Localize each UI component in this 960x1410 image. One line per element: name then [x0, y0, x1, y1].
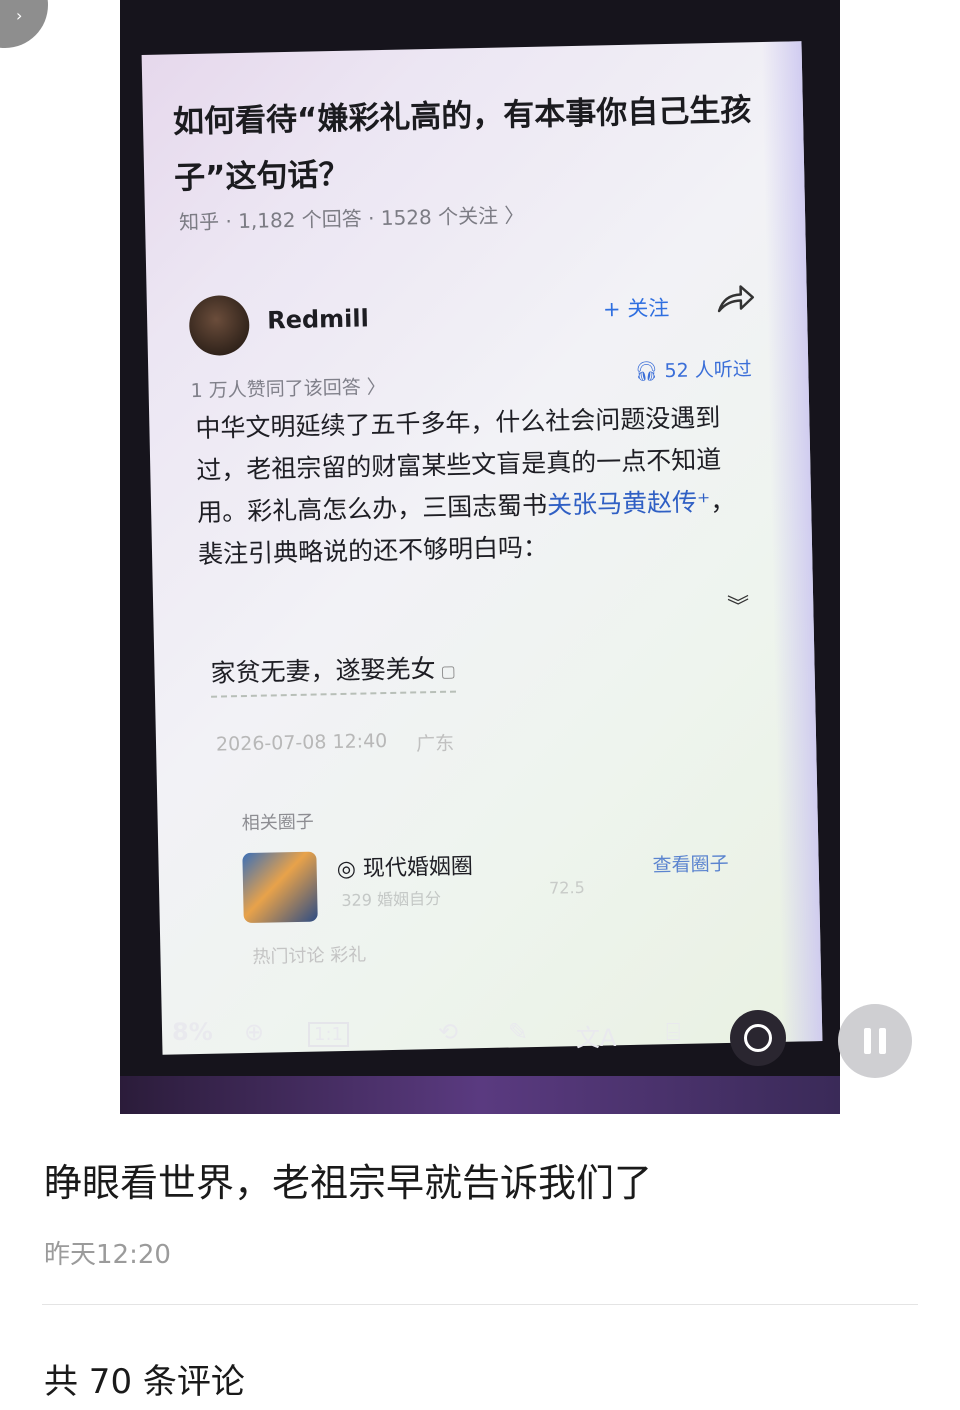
zoom-in-icon: ⊕ [244, 1018, 265, 1046]
edit-icon: ✎ [508, 1018, 529, 1046]
photographed-screen: 如何看待“嫌彩礼高的，有本事你自己生孩子”这句话？ 知乎 · 1,182 个回答… [141, 41, 823, 1055]
pause-button[interactable] [838, 1004, 912, 1078]
view-circle-link: 查看圈子 [652, 852, 729, 877]
related-circle-label: 相关圈子 [241, 811, 314, 835]
back-button[interactable]: › [0, 0, 48, 48]
circle-count: 72.5 [548, 877, 585, 898]
author-avatar [188, 294, 250, 357]
post-caption: 睁眼看世界，老祖宗早就告诉我们了 [44, 1161, 653, 1205]
headphones-icon: 🎧︎ [634, 360, 665, 383]
author-name: Redmill [266, 304, 370, 335]
translate-icon: 文A [576, 1024, 617, 1052]
circle-name: ◎ 现代婚姻圈 [336, 854, 474, 883]
rotate-icon: ⟲ [438, 1018, 459, 1046]
reference-link: 关张马黄赵传⁺ [546, 487, 711, 520]
question-title: 如何看待“嫌彩礼高的，有本事你自己生孩子”这句话？ [172, 92, 752, 197]
circle-thumbnail [242, 851, 318, 924]
text-recognize-icon: ⌸ [666, 1018, 681, 1046]
comment-icon: ▢ [435, 661, 456, 681]
comments-count: 共 70 条评论 [44, 1362, 245, 1402]
attached-photo[interactable]: 如何看待“嫌彩礼高的，有本事你自己生孩子”这句话？ 知乎 · 1,182 个回答… [120, 0, 840, 1114]
share-icon [717, 285, 755, 313]
actual-size-icon: 1:1 [308, 1022, 349, 1047]
zoom-level: 8% [172, 1018, 213, 1046]
question-meta: 知乎 · 1,182 个回答 · 1528 个关注 〉 [178, 203, 525, 235]
chevron-double-down-icon: ︾ [727, 594, 750, 620]
circle-members: 329 婚姻自分 [341, 888, 442, 911]
follow-button: + 关注 [602, 296, 670, 322]
post-time: 昨天12:20 [44, 1240, 171, 1270]
chevron-right-icon: › [16, 6, 23, 25]
divider [42, 1304, 918, 1305]
answer-quote: 家贫无妻，遂娶羌女 ▢ [210, 648, 457, 698]
circle-tags: 热门讨论 彩礼 [252, 944, 367, 968]
visual-search-button [730, 1010, 786, 1066]
answer-timestamp: 2026-07-08 12:40 [215, 730, 388, 756]
answer-body: 中华文明延续了五千多年，什么社会问题没遇到过，老祖宗留的财富某些文盲是真的一点不… [195, 402, 736, 569]
answer-location: 广东 [415, 732, 455, 756]
listened-count: 🎧︎ 52 人听过 [634, 358, 752, 383]
likes-count: 1 万人赞同了该回答 〉 [190, 375, 387, 403]
search-icon [744, 1024, 772, 1052]
